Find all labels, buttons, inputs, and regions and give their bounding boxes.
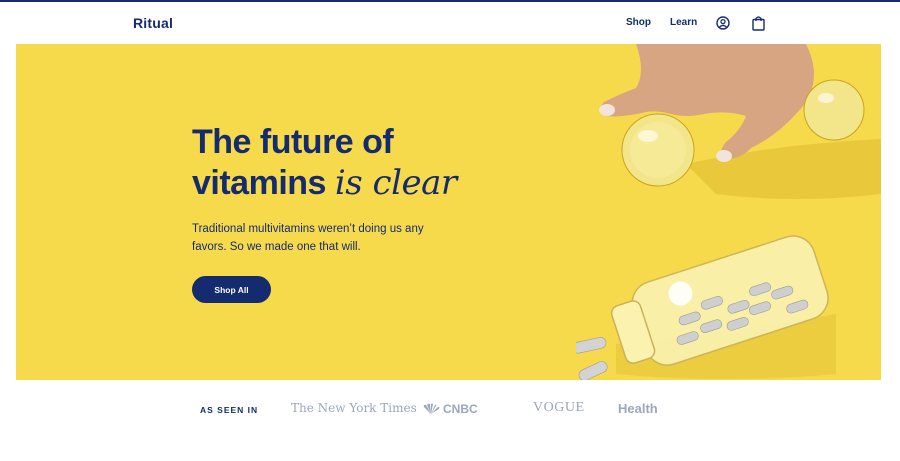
account-icon[interactable]	[716, 16, 730, 30]
peacock-icon	[423, 403, 440, 414]
nyt-logo: The New York Times	[291, 401, 417, 415]
site-header: Ritual Shop Learn	[0, 2, 900, 44]
nav-learn-link[interactable]: Learn	[670, 17, 697, 28]
press-bar: AS SEEN IN The New York Times CNBC VOGUE…	[0, 380, 900, 461]
cnbc-text: CNBC	[443, 402, 478, 416]
hero-title: The future of vitamins is clear	[192, 122, 457, 204]
hero-banner: The future of vitamins is clear Traditio…	[16, 44, 881, 380]
cnbc-logo: CNBC	[422, 402, 478, 416]
hero-description: Traditional multivitamins weren’t doing …	[192, 223, 424, 253]
hero-title-italic: is clear	[334, 163, 457, 203]
vogue-logo: VOGUE	[533, 400, 585, 415]
ritual-logo[interactable]: Ritual	[133, 15, 173, 31]
shop-all-button[interactable]: Shop All	[192, 276, 271, 303]
as-seen-in-label: AS SEEN IN	[200, 405, 259, 415]
hero-title-line2: vitamins is clear	[192, 163, 457, 204]
shopping-bag-icon[interactable]	[752, 15, 765, 31]
hero-product-photo	[576, 44, 881, 380]
nav-shop-link[interactable]: Shop	[626, 17, 651, 28]
hero-title-bold: vitamins	[192, 164, 326, 202]
hero-title-line1: The future of	[192, 123, 394, 161]
health-logo: Health	[618, 401, 658, 416]
